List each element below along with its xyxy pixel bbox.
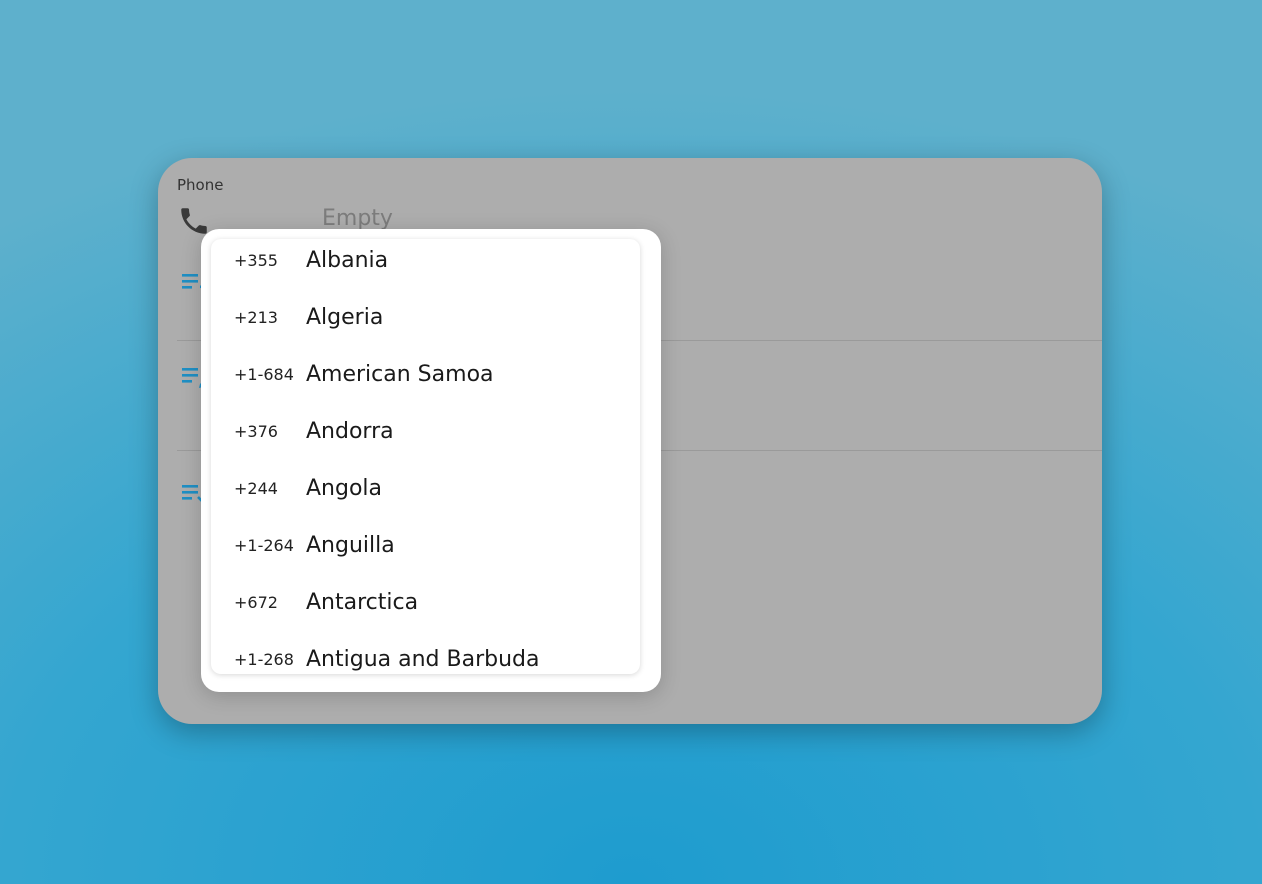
- country-name: Albania: [306, 248, 389, 273]
- country-option-algeria[interactable]: +213 Algeria: [211, 289, 640, 346]
- dial-code: +355: [234, 251, 278, 270]
- dial-code: +244: [234, 479, 278, 498]
- country-option-american-samoa[interactable]: +1-684 American Samoa: [211, 346, 640, 403]
- phone-value[interactable]: Empty: [322, 206, 393, 231]
- dial-code: +1-264: [234, 536, 294, 555]
- country-option-anguilla[interactable]: +1-264 Anguilla: [211, 517, 640, 574]
- phone-field-label: Phone: [177, 176, 224, 194]
- country-name: American Samoa: [306, 362, 494, 387]
- country-name: Antarctica: [306, 590, 419, 615]
- country-name: Angola: [306, 476, 383, 501]
- dial-code: +1-684: [234, 365, 294, 384]
- country-option-andorra[interactable]: +376 Andorra: [211, 403, 640, 460]
- country-name: Algeria: [306, 305, 384, 330]
- dial-code: +213: [234, 308, 278, 327]
- country-name: Andorra: [306, 419, 394, 444]
- dial-code: +672: [234, 593, 278, 612]
- country-name: Anguilla: [306, 533, 395, 558]
- country-option-angola[interactable]: +244 Angola: [211, 460, 640, 517]
- country-option-antarctica[interactable]: +672 Antarctica: [211, 574, 640, 631]
- country-option-antigua-and-barbuda[interactable]: +1-268 Antigua and Barbuda: [211, 631, 640, 674]
- country-list[interactable]: +355 Albania +213 Algeria +1-684 America…: [211, 239, 640, 674]
- dial-code: +1-268: [234, 650, 294, 669]
- country-code-dropdown: +355 Albania +213 Algeria +1-684 America…: [201, 229, 661, 692]
- dial-code: +376: [234, 422, 278, 441]
- country-name: Antigua and Barbuda: [306, 647, 540, 672]
- country-option-albania[interactable]: +355 Albania: [211, 239, 640, 289]
